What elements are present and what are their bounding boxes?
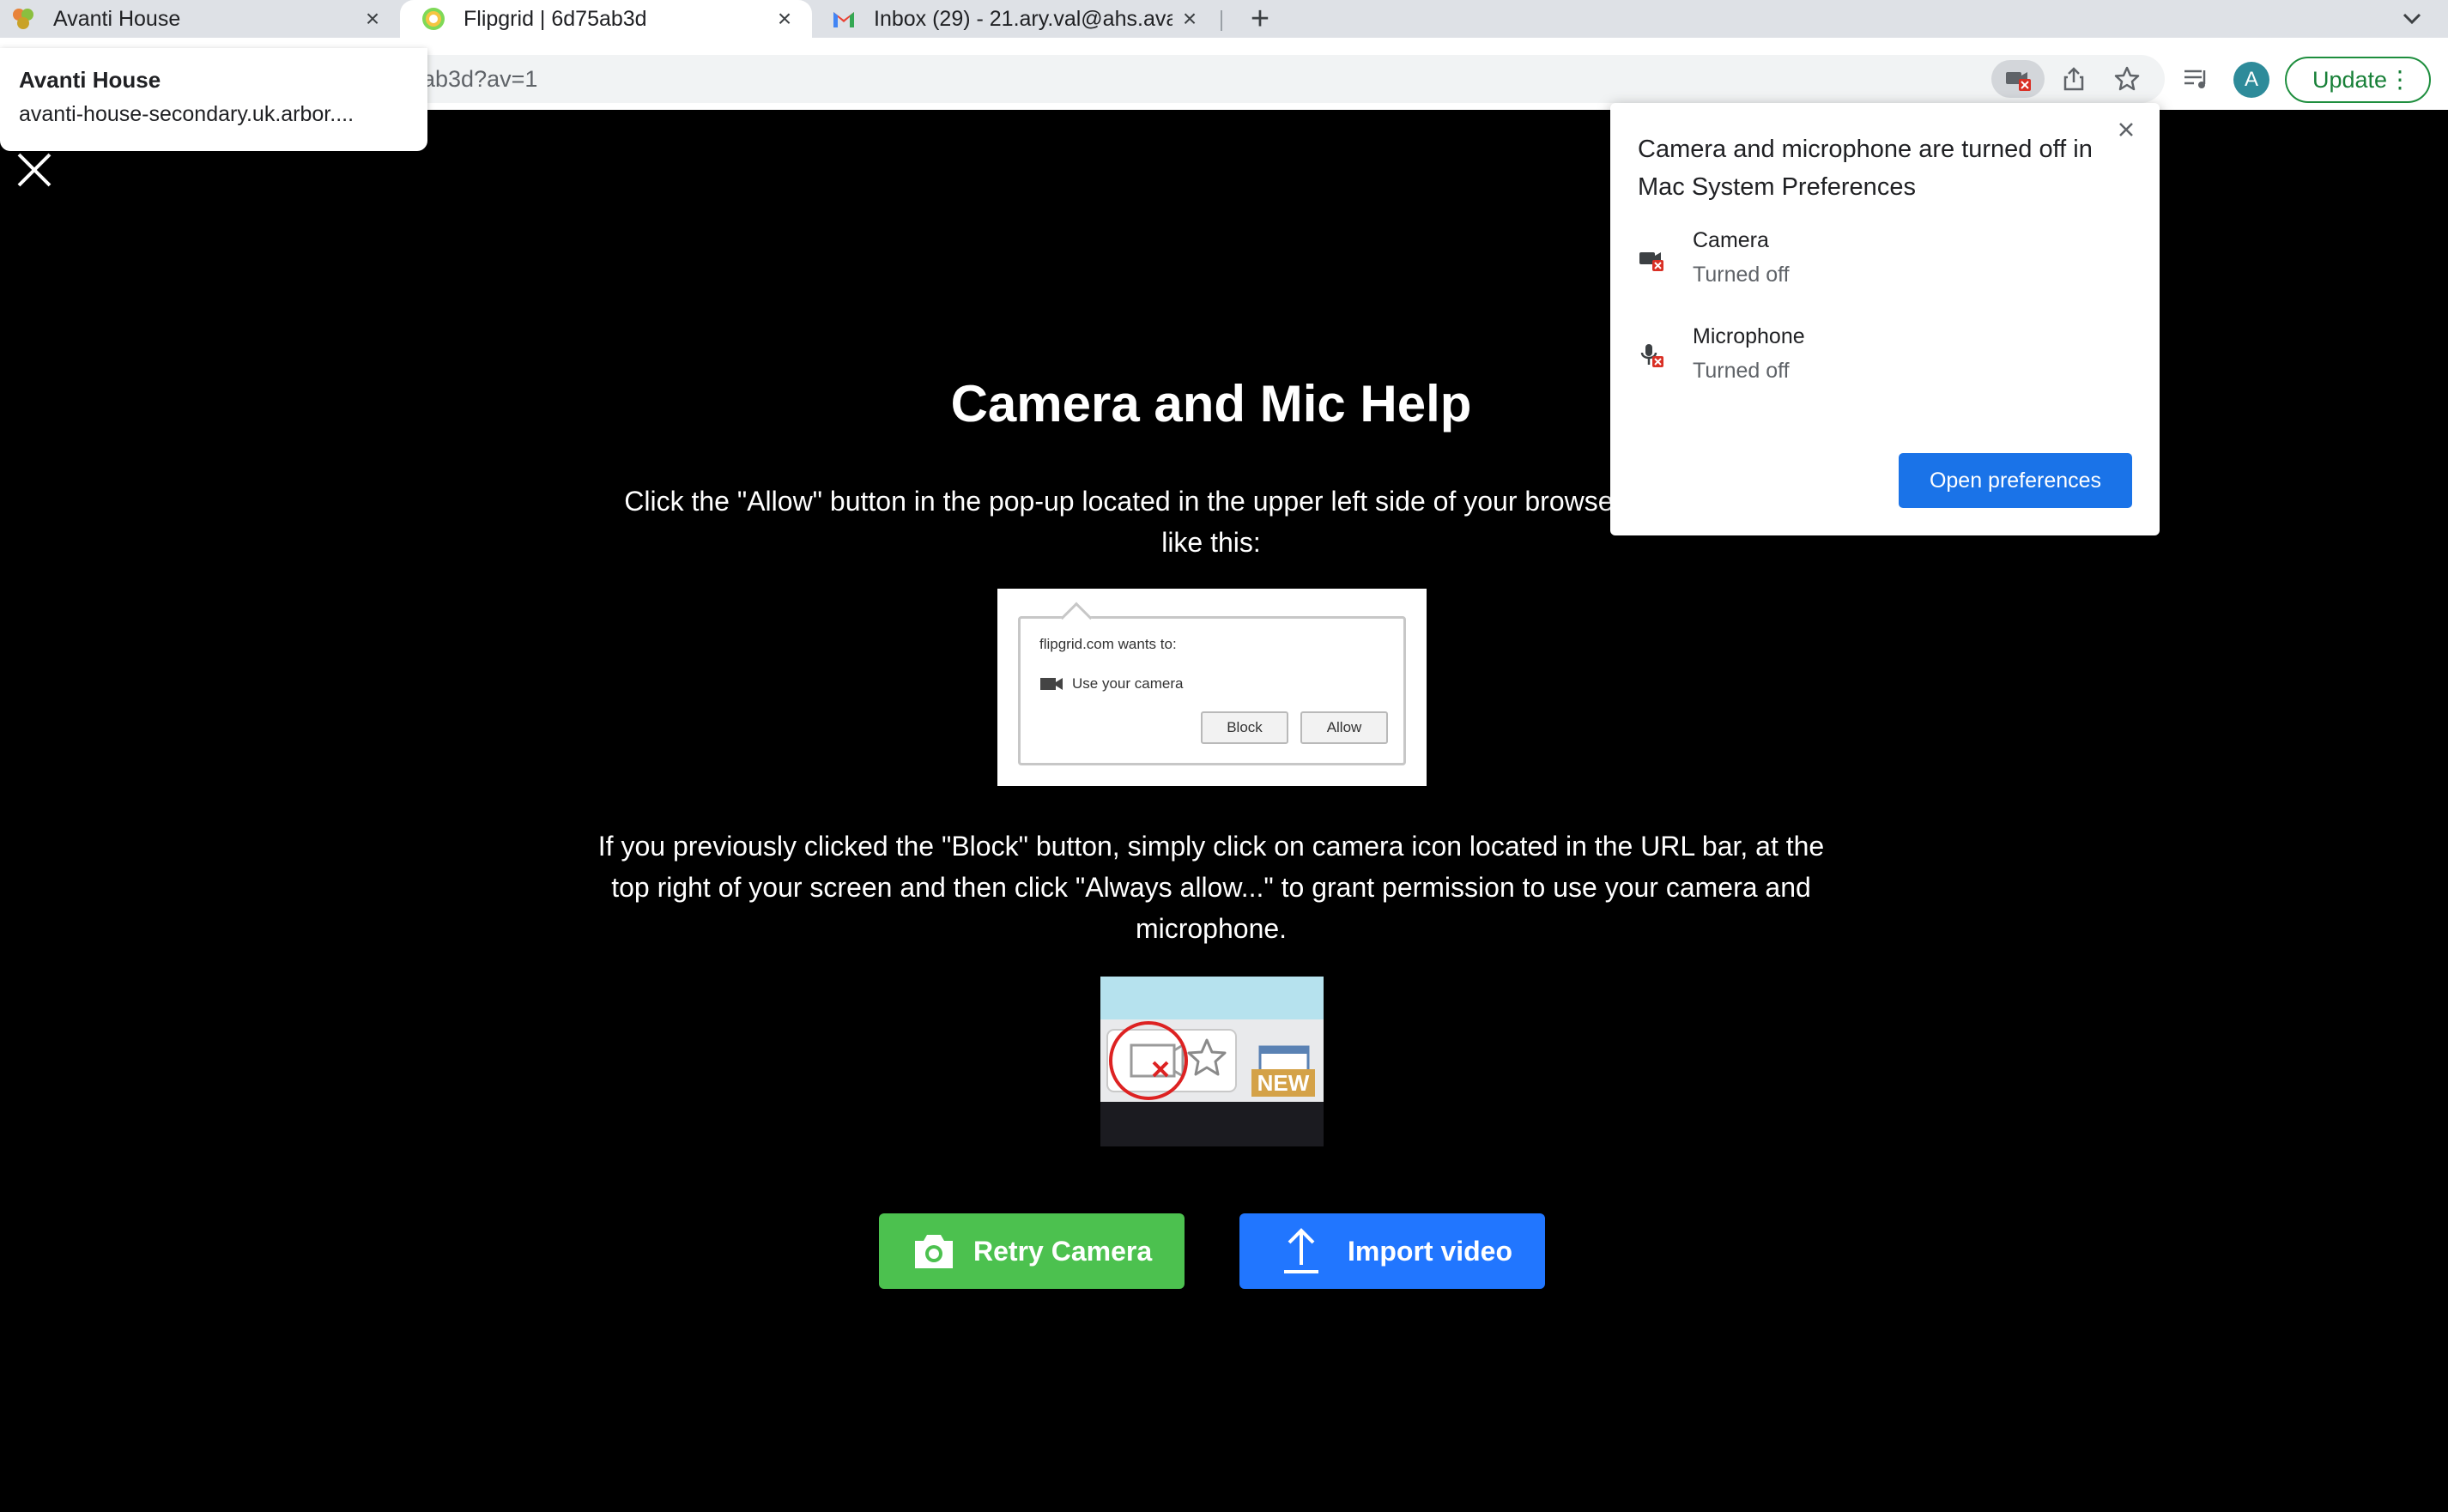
new-badge: NEW — [1257, 1070, 1310, 1096]
example-dialog: flipgrid.com wants to: Use your camera B… — [1018, 602, 1406, 765]
upload-icon — [1284, 1228, 1318, 1273]
retry-camera-label: Retry Camera — [973, 1236, 1153, 1267]
gmail-favicon-icon — [833, 12, 854, 27]
bookmark-star-icon[interactable] — [2113, 65, 2141, 93]
video-camera-icon — [1040, 678, 1063, 690]
tab-flipgrid[interactable]: Flipgrid | 6d75ab3d × — [400, 0, 812, 38]
tab-title: Flipgrid | 6d75ab3d — [464, 6, 647, 31]
url-bar-camera-example-image: NEW — [1100, 977, 1324, 1146]
share-icon[interactable] — [2060, 65, 2087, 93]
permission-popup: Camera and microphone are turned off in … — [1610, 103, 2160, 535]
retry-camera-button[interactable]: Retry Camera — [879, 1213, 1185, 1289]
example-block-button: Block — [1201, 711, 1288, 744]
instruction-blocked: If you previously clicked the "Block" bu… — [597, 831, 1825, 944]
tab-title: Avanti House — [53, 6, 181, 31]
flipgrid-favicon-icon — [422, 8, 445, 30]
open-preferences-button[interactable]: Open preferences — [1899, 453, 2132, 508]
camera-blocked-icon — [2006, 72, 2031, 91]
camera-icon — [915, 1235, 953, 1268]
tab-strip: Avanti House × Flipgrid | 6d75ab3d × Inb… — [0, 0, 2448, 38]
import-video-button[interactable]: Import video — [1239, 1213, 1545, 1289]
chevron-down-icon[interactable] — [2396, 3, 2427, 34]
permission-popup-title: Camera and microphone are turned off in … — [1638, 136, 2093, 201]
hover-card-url: avanti-house-secondary.uk.arbor.... — [19, 102, 354, 126]
avanti-favicon-icon — [13, 9, 33, 29]
tab-title: Inbox (29) - 21.ary.val@ahs.avanti — [874, 6, 1172, 31]
tab-gmail-inbox[interactable]: Inbox (29) - 21.ary.val@ahs.avanti × — [814, 0, 1215, 38]
tab-close-icon[interactable]: × — [1178, 7, 1202, 31]
url-text[interactable]: ab3d?av=1 — [422, 55, 537, 103]
update-button[interactable]: Update ⋮ — [2285, 57, 2431, 103]
tab-close-icon[interactable]: × — [361, 7, 385, 31]
camera-permission-status: Turned off — [1693, 263, 1790, 287]
more-menu-icon[interactable]: ⋮ — [2388, 58, 2412, 101]
import-video-label: Import video — [1348, 1236, 1513, 1267]
allow-popup-example-image: flipgrid.com wants to: Use your camera B… — [997, 589, 1427, 786]
tab-close-icon[interactable]: × — [773, 7, 797, 31]
hover-card-title: Avanti House — [19, 67, 161, 93]
camera-permission-name: Camera — [1693, 228, 1769, 252]
camera-blocked-indicator[interactable] — [1991, 60, 2045, 98]
blocked-camera-example-graphic — [1100, 977, 1324, 1146]
tab-avanti-house[interactable]: Avanti House × — [0, 0, 400, 38]
profile-avatar[interactable]: A — [2233, 62, 2269, 98]
close-icon[interactable] — [15, 151, 53, 189]
camera-blocked-icon — [1639, 252, 1663, 271]
microphone-permission-name: Microphone — [1693, 324, 1805, 348]
example-use-camera-text: Use your camera — [1072, 675, 1184, 692]
tab-separator — [1221, 10, 1222, 31]
example-allow-button: Allow — [1300, 711, 1388, 744]
close-icon[interactable] — [2112, 115, 2141, 144]
example-wants-text: flipgrid.com wants to: — [1039, 636, 1177, 652]
browser-window: Avanti House × Flipgrid | 6d75ab3d × Inb… — [0, 0, 2448, 1512]
microphone-permission-status: Turned off — [1693, 359, 1790, 383]
new-tab-button[interactable]: + — [1243, 2, 1277, 36]
media-control-icon[interactable] — [2180, 64, 2211, 94]
tab-hover-card: Avanti House avanti-house-secondary.uk.a… — [0, 48, 427, 151]
update-label: Update — [2312, 67, 2388, 93]
microphone-blocked-icon — [1640, 344, 1663, 367]
